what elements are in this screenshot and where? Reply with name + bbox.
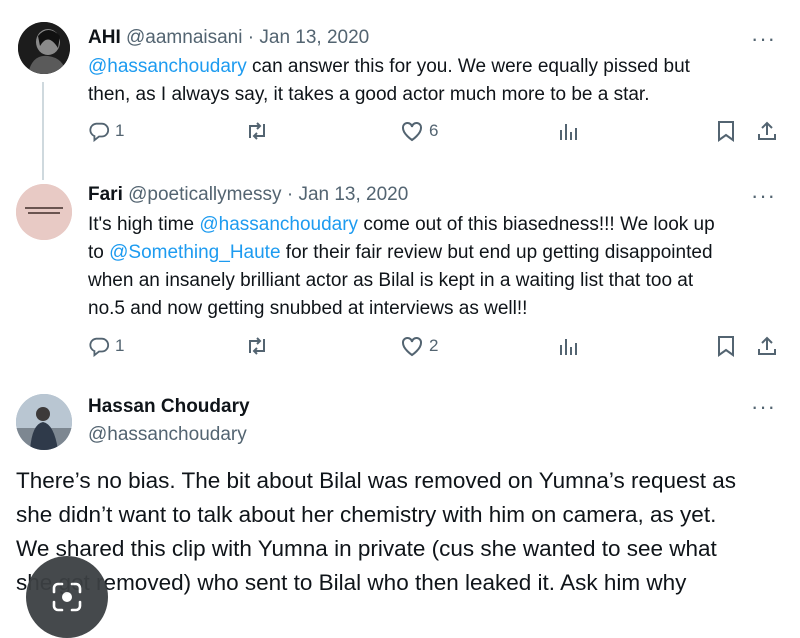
mention-link[interactable]: @hassanchoudary bbox=[88, 56, 247, 77]
tweet-header: Hassan Choudary @hassanchoudary bbox=[88, 396, 250, 446]
reply-button[interactable]: 1 bbox=[88, 120, 124, 142]
more-icon[interactable]: ··· bbox=[751, 396, 776, 418]
views-icon bbox=[560, 339, 577, 355]
bookmark-button[interactable] bbox=[716, 120, 736, 142]
tweet-line: when an insanely brilliant actor as Bila… bbox=[88, 267, 715, 295]
separator: · bbox=[247, 27, 255, 48]
tweet-actions: 1 2 bbox=[88, 335, 778, 365]
retweet-button[interactable] bbox=[245, 120, 269, 142]
tweet-text: It's high time @hassanchoudary come out … bbox=[88, 211, 715, 323]
like-button[interactable]: 2 bbox=[400, 335, 438, 357]
author-name[interactable]: AHI bbox=[88, 27, 121, 48]
mention-link[interactable]: @Something_Haute bbox=[109, 242, 280, 263]
tweet-text-segment: for their fair review but end up getting… bbox=[280, 242, 713, 263]
tweet-line: @hassanchoudary can answer this for you.… bbox=[88, 53, 690, 81]
share-icon bbox=[758, 336, 776, 355]
tweet-text-segment: then, as I always say, it takes a good a… bbox=[88, 84, 650, 105]
reply-icon bbox=[89, 122, 110, 142]
tweet-line: We shared this clip with Yumna in privat… bbox=[16, 536, 717, 561]
tweet-text-segment: no.5 and now getting snubbed at intervie… bbox=[88, 298, 528, 319]
tweet-text-segment: come out of this biasedness!!! We look u… bbox=[358, 214, 715, 235]
lens-button[interactable] bbox=[26, 556, 108, 638]
retweet-icon bbox=[249, 122, 265, 140]
share-button[interactable] bbox=[756, 120, 778, 142]
tweet-date[interactable]: Jan 13, 2020 bbox=[259, 27, 369, 48]
more-icon[interactable]: ··· bbox=[751, 28, 776, 50]
tweet-line: no.5 and now getting snubbed at intervie… bbox=[88, 295, 715, 323]
tweet-text: @hassanchoudary can answer this for you.… bbox=[88, 53, 690, 109]
reply-icon bbox=[89, 337, 110, 357]
tweet-text-segment: can answer this for you. We were equally… bbox=[246, 56, 690, 77]
reply-count: 1 bbox=[115, 121, 125, 140]
tweet-line: she got removed) who sent to Bilal who t… bbox=[16, 570, 687, 595]
reply-button[interactable]: 1 bbox=[88, 335, 124, 357]
like-count: 6 bbox=[429, 121, 439, 140]
views-button[interactable] bbox=[557, 335, 579, 357]
author-handle[interactable]: @hassanchoudary bbox=[88, 424, 250, 446]
bookmark-button[interactable] bbox=[716, 335, 736, 357]
like-icon bbox=[402, 336, 422, 357]
tweet-text: There’s no bias. The bit about Bilal was… bbox=[16, 464, 786, 600]
bookmark-icon bbox=[718, 121, 734, 142]
tweet-poeticallymessy[interactable]: Fari @poeticallymessy · Jan 13, 2020 ···… bbox=[0, 180, 800, 380]
lens-icon bbox=[52, 582, 82, 612]
tweet-date[interactable]: Jan 13, 2020 bbox=[298, 184, 408, 205]
like-button[interactable]: 6 bbox=[400, 120, 438, 142]
like-count: 2 bbox=[429, 336, 439, 355]
tweet-text-segment: when an insanely brilliant actor as Bila… bbox=[88, 270, 694, 291]
retweet-icon bbox=[249, 337, 265, 355]
separator: · bbox=[286, 184, 294, 205]
tweet-actions: 1 6 bbox=[88, 120, 778, 150]
tweet-text-segment: It's high time bbox=[88, 214, 200, 235]
author-name[interactable]: Hassan Choudary bbox=[88, 396, 250, 418]
tweet-line: There’s no bias. The bit about Bilal was… bbox=[16, 468, 737, 493]
like-icon bbox=[402, 121, 422, 142]
tweet-header: Fari @poeticallymessy · Jan 13, 2020 bbox=[88, 184, 408, 206]
tweet-line: then, as I always say, it takes a good a… bbox=[88, 81, 690, 109]
more-icon[interactable]: ··· bbox=[751, 185, 776, 207]
author-handle[interactable]: @poeticallymessy bbox=[128, 184, 281, 205]
author-name[interactable]: Fari bbox=[88, 184, 123, 205]
retweet-button[interactable] bbox=[245, 335, 269, 357]
reply-count: 1 bbox=[115, 336, 125, 355]
tweet-line: she didn’t want to talk about her chemis… bbox=[16, 502, 717, 527]
tweet-line: It's high time @hassanchoudary come out … bbox=[88, 211, 715, 239]
views-button[interactable] bbox=[557, 120, 579, 142]
main-tweet[interactable]: Hassan Choudary @hassanchoudary ··· Ther… bbox=[0, 380, 800, 612]
mention-link[interactable]: @hassanchoudary bbox=[199, 214, 358, 235]
views-icon bbox=[560, 124, 577, 140]
author-handle[interactable]: @aamnaisani bbox=[126, 27, 242, 48]
share-button[interactable] bbox=[756, 335, 778, 357]
tweet-line: to @Something_Haute for their fair revie… bbox=[88, 239, 715, 267]
avatar[interactable] bbox=[16, 184, 72, 240]
tweet-header: AHI @aamnaisani · Jan 13, 2020 bbox=[88, 27, 369, 49]
tweet-aamnaisani[interactable]: AHI @aamnaisani · Jan 13, 2020 ··· @hass… bbox=[0, 0, 800, 180]
tweet-text-segment: to bbox=[88, 242, 110, 263]
avatar[interactable] bbox=[18, 22, 70, 74]
share-icon bbox=[758, 121, 776, 140]
bookmark-icon bbox=[718, 336, 734, 357]
avatar[interactable] bbox=[16, 394, 72, 450]
